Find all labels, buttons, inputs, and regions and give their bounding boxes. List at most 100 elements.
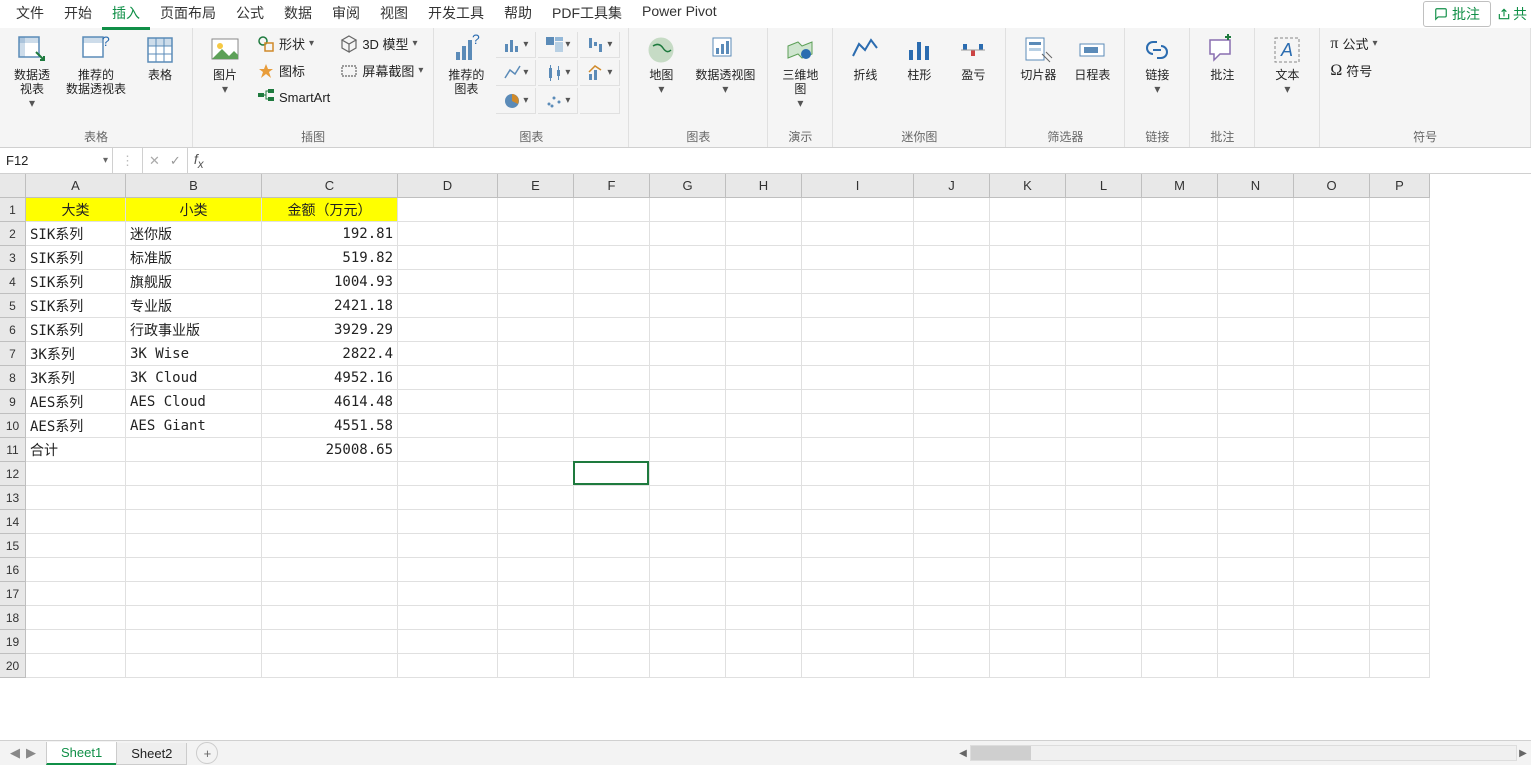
recommended-pivot-button[interactable]: ? 推荐的 数据透视表 — [62, 32, 130, 98]
cell-J6[interactable] — [914, 318, 990, 342]
cell-M18[interactable] — [1142, 606, 1218, 630]
scroll-left-icon[interactable]: ◀ — [955, 746, 971, 760]
symbol-button[interactable]: Ω 符号 — [1328, 59, 1379, 82]
cell-C3[interactable]: 519.82 — [262, 246, 398, 270]
menu-tab-视图[interactable]: 视图 — [370, 0, 418, 30]
cell-I17[interactable] — [802, 582, 914, 606]
cell-I10[interactable] — [802, 414, 914, 438]
cell-N1[interactable] — [1218, 198, 1294, 222]
cell-B12[interactable] — [126, 462, 262, 486]
name-box[interactable]: F12 ▾ — [0, 148, 113, 173]
cell-D6[interactable] — [398, 318, 498, 342]
cell-G5[interactable] — [650, 294, 726, 318]
cell-M14[interactable] — [1142, 510, 1218, 534]
cell-A8[interactable]: 3K系列 — [26, 366, 126, 390]
cell-D12[interactable] — [398, 462, 498, 486]
cell-C2[interactable]: 192.81 — [262, 222, 398, 246]
cell-C4[interactable]: 1004.93 — [262, 270, 398, 294]
cell-J5[interactable] — [914, 294, 990, 318]
cell-O1[interactable] — [1294, 198, 1370, 222]
cell-C9[interactable]: 4614.48 — [262, 390, 398, 414]
cell-N10[interactable] — [1218, 414, 1294, 438]
cell-D15[interactable] — [398, 534, 498, 558]
cell-K1[interactable] — [990, 198, 1066, 222]
cell-K20[interactable] — [990, 654, 1066, 678]
cell-E2[interactable] — [498, 222, 574, 246]
cell-D17[interactable] — [398, 582, 498, 606]
cell-E5[interactable] — [498, 294, 574, 318]
cell-M8[interactable] — [1142, 366, 1218, 390]
cell-B20[interactable] — [126, 654, 262, 678]
fx-icon[interactable]: fx — [188, 148, 210, 173]
cell-B5[interactable]: 专业版 — [126, 294, 262, 318]
cell-D13[interactable] — [398, 486, 498, 510]
cell-L1[interactable] — [1066, 198, 1142, 222]
cell-G14[interactable] — [650, 510, 726, 534]
row-header-19[interactable]: 19 — [0, 630, 26, 654]
cell-F14[interactable] — [574, 510, 650, 534]
cell-H8[interactable] — [726, 366, 802, 390]
chart-column-button[interactable]: ▾ — [496, 32, 536, 58]
cell-E3[interactable] — [498, 246, 574, 270]
cell-L16[interactable] — [1066, 558, 1142, 582]
cell-G15[interactable] — [650, 534, 726, 558]
cell-E8[interactable] — [498, 366, 574, 390]
cell-L9[interactable] — [1066, 390, 1142, 414]
cell-K3[interactable] — [990, 246, 1066, 270]
row-header-16[interactable]: 16 — [0, 558, 26, 582]
cell-L6[interactable] — [1066, 318, 1142, 342]
cell-I13[interactable] — [802, 486, 914, 510]
cell-N6[interactable] — [1218, 318, 1294, 342]
cell-K9[interactable] — [990, 390, 1066, 414]
sheet-nav-next[interactable]: ▶ — [26, 745, 36, 761]
cell-N11[interactable] — [1218, 438, 1294, 462]
cell-J9[interactable] — [914, 390, 990, 414]
cell-G16[interactable] — [650, 558, 726, 582]
cell-A12[interactable] — [26, 462, 126, 486]
chart-line-button[interactable]: ▾ — [496, 60, 536, 86]
column-header-M[interactable]: M — [1142, 174, 1218, 198]
formula-input[interactable] — [210, 148, 1531, 173]
cell-A9[interactable]: AES系列 — [26, 390, 126, 414]
cell-I18[interactable] — [802, 606, 914, 630]
cell-G2[interactable] — [650, 222, 726, 246]
cell-O20[interactable] — [1294, 654, 1370, 678]
enter-formula-button[interactable]: ✓ — [170, 153, 181, 169]
select-all-corner[interactable] — [0, 174, 26, 198]
cell-M4[interactable] — [1142, 270, 1218, 294]
cell-E9[interactable] — [498, 390, 574, 414]
cell-D5[interactable] — [398, 294, 498, 318]
cell-L15[interactable] — [1066, 534, 1142, 558]
row-header-3[interactable]: 3 — [0, 246, 26, 270]
cell-D18[interactable] — [398, 606, 498, 630]
cell-N16[interactable] — [1218, 558, 1294, 582]
cell-K12[interactable] — [990, 462, 1066, 486]
cell-G13[interactable] — [650, 486, 726, 510]
cell-J20[interactable] — [914, 654, 990, 678]
cell-P14[interactable] — [1370, 510, 1430, 534]
cell-A7[interactable]: 3K系列 — [26, 342, 126, 366]
horizontal-scrollbar[interactable]: ◀ ▶ — [970, 745, 1517, 761]
cell-K15[interactable] — [990, 534, 1066, 558]
cell-M11[interactable] — [1142, 438, 1218, 462]
cell-F4[interactable] — [574, 270, 650, 294]
cell-N5[interactable] — [1218, 294, 1294, 318]
3d-map-button[interactable]: 三维地 图 ▾ — [776, 32, 824, 112]
cell-I5[interactable] — [802, 294, 914, 318]
cell-G6[interactable] — [650, 318, 726, 342]
cell-O18[interactable] — [1294, 606, 1370, 630]
cell-I15[interactable] — [802, 534, 914, 558]
cell-C5[interactable]: 2421.18 — [262, 294, 398, 318]
cell-K4[interactable] — [990, 270, 1066, 294]
menu-tab-文件[interactable]: 文件 — [6, 0, 54, 30]
column-header-C[interactable]: C — [262, 174, 398, 198]
menu-tab-数据[interactable]: 数据 — [274, 0, 322, 30]
cell-L2[interactable] — [1066, 222, 1142, 246]
cell-O2[interactable] — [1294, 222, 1370, 246]
cell-E19[interactable] — [498, 630, 574, 654]
cell-F7[interactable] — [574, 342, 650, 366]
smartart-button[interactable]: SmartArt — [255, 86, 332, 108]
cell-M1[interactable] — [1142, 198, 1218, 222]
cell-A15[interactable] — [26, 534, 126, 558]
cell-H9[interactable] — [726, 390, 802, 414]
